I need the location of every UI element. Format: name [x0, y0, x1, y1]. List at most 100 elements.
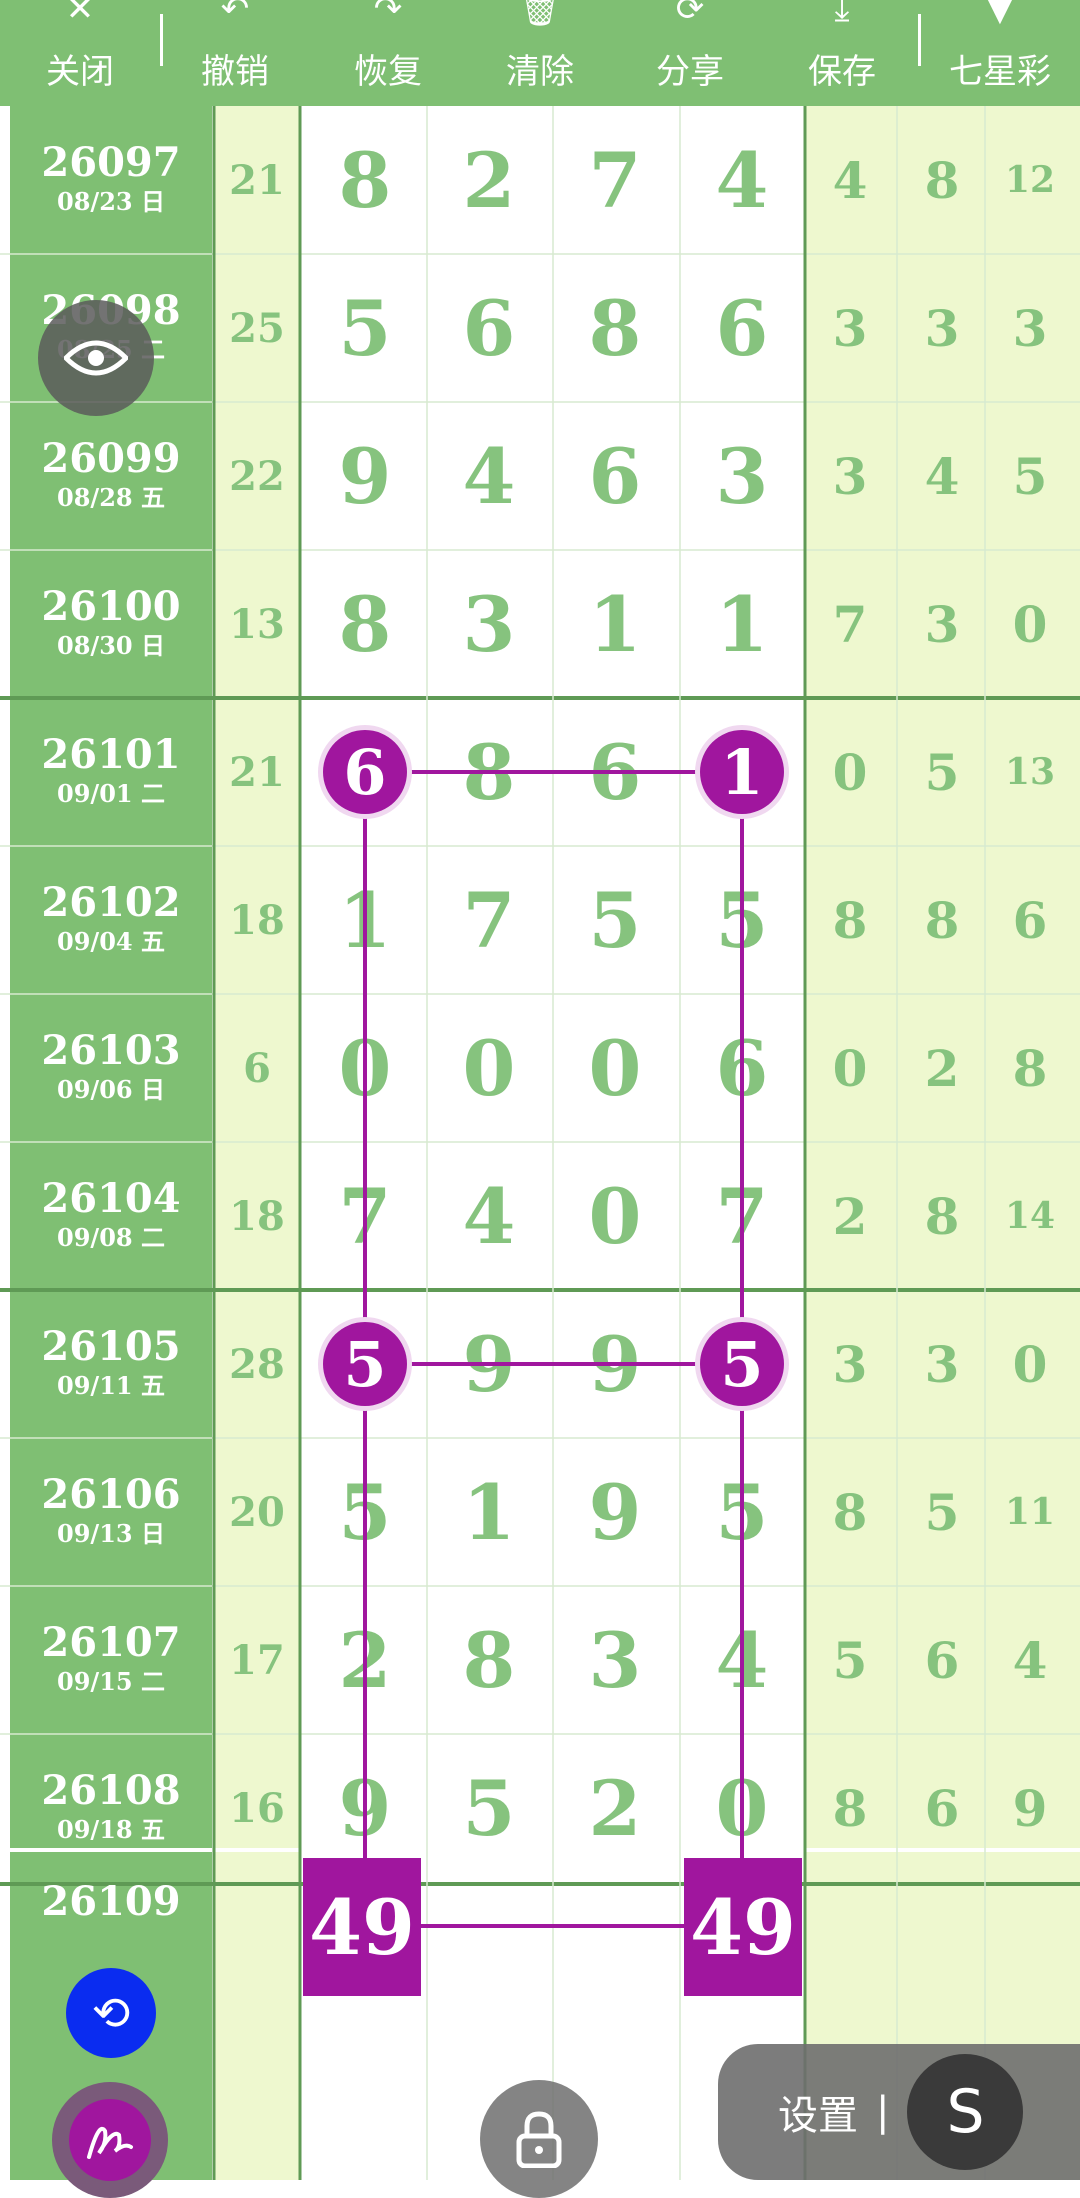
number-cell[interactable]: 7: [553, 106, 677, 254]
trend-grid[interactable]: 2609708/23 日21827448122609808/25 二255686…: [0, 106, 1080, 2180]
number-cell[interactable]: 9: [553, 1290, 677, 1438]
number-cell[interactable]: 5: [427, 1734, 551, 1882]
number-cell[interactable]: 5: [680, 846, 804, 994]
sum-value: 21: [229, 748, 285, 796]
clear-label: 清除: [506, 52, 574, 92]
number-cell[interactable]: 1: [553, 550, 677, 698]
toolbar-divider: [918, 14, 921, 66]
number-cell[interactable]: 9: [427, 1290, 551, 1438]
number-cell[interactable]: 4: [427, 1142, 551, 1290]
share-button[interactable]: ⟳ 分享: [640, 0, 740, 106]
diff-value: 4: [924, 446, 960, 506]
number-cell[interactable]: 8: [553, 254, 677, 402]
draw-row: 2609808/25 二255686333: [0, 254, 1080, 402]
settings-label[interactable]: 设置: [778, 2083, 858, 2141]
toggle-visibility-button[interactable]: [38, 300, 154, 416]
issue-cell: 26101 09/01 二: [10, 698, 212, 846]
undo-button[interactable]: ↶ 撤销: [185, 0, 285, 106]
lock-button[interactable]: [480, 2080, 598, 2198]
diff-value: 13: [1004, 751, 1056, 793]
refresh-button[interactable]: ⟲: [66, 1968, 156, 2058]
number-cell[interactable]: 1: [680, 550, 804, 698]
save-button[interactable]: ⤓ 保存: [792, 0, 892, 106]
number-cell[interactable]: 2: [427, 106, 551, 254]
number-cell[interactable]: 0: [427, 994, 551, 1142]
diff-value: 8: [924, 890, 960, 950]
number-cell[interactable]: 4: [680, 106, 804, 254]
number-cell[interactable]: 8: [303, 106, 427, 254]
diff-value: 8: [832, 1482, 868, 1542]
settings-panel[interactable]: 设置 | S: [718, 2044, 1080, 2180]
dropdown-triangle-icon: ▼: [986, 0, 1014, 29]
lottery-type-dropdown[interactable]: ▼ 七星彩: [930, 0, 1070, 106]
share-label: 分享: [656, 52, 724, 92]
number-cell[interactable]: 8: [427, 698, 551, 846]
diff-value: 2: [832, 1186, 868, 1246]
issue-date: 09/08 二: [57, 1223, 165, 1252]
diff-value: 3: [832, 1334, 868, 1394]
number-cell[interactable]: 1: [427, 1438, 551, 1586]
draw-mode-button[interactable]: [52, 2082, 168, 2198]
number-cell[interactable]: 6: [553, 698, 677, 846]
diff-value: 3: [832, 298, 868, 358]
issue-cell: 26104 09/08 二: [10, 1142, 212, 1290]
app-logo-icon[interactable]: S: [907, 2054, 1024, 2170]
settings-separator: |: [876, 2089, 890, 2135]
number-cell[interactable]: 7: [680, 1142, 804, 1290]
share-icon: ⟳: [675, 0, 705, 29]
number-cell[interactable]: 0: [553, 1142, 677, 1290]
sum-value: 13: [229, 600, 285, 648]
toolbar-divider: [160, 14, 163, 66]
highlighted-number[interactable]: 5: [700, 1322, 784, 1406]
issue-number: 26100: [41, 583, 181, 630]
number-cell[interactable]: 5: [680, 1438, 804, 1586]
highlighted-number[interactable]: 6: [323, 730, 407, 814]
number-cell[interactable]: 6: [680, 994, 804, 1142]
number-cell[interactable]: 0: [303, 994, 427, 1142]
number-cell[interactable]: 6: [680, 254, 804, 402]
number-cell[interactable]: 2: [303, 1586, 427, 1734]
number-cell[interactable]: 7: [303, 1142, 427, 1290]
issue-date: 09/06 日: [57, 1075, 165, 1104]
number-cell[interactable]: 5: [303, 1438, 427, 1586]
number-cell[interactable]: 8: [427, 1586, 551, 1734]
trash-icon: 🗑: [518, 0, 562, 29]
prediction-left-box[interactable]: 49: [303, 1858, 421, 1996]
issue-date: 09/04 五: [57, 927, 165, 956]
number-cell[interactable]: 5: [303, 254, 427, 402]
diff-value: 14: [1004, 1195, 1056, 1237]
clear-button[interactable]: 🗑 清除: [490, 0, 590, 106]
issue-date: 08/28 五: [57, 483, 165, 512]
close-button[interactable]: ✕ 关闭: [30, 0, 130, 106]
sum-value: 17: [229, 1636, 285, 1684]
eye-icon: [64, 340, 128, 376]
number-cell[interactable]: 4: [680, 1586, 804, 1734]
diff-value: 3: [924, 298, 960, 358]
number-cell[interactable]: 2: [553, 1734, 677, 1882]
redo-label: 恢复: [354, 52, 422, 92]
diff-value: 8: [832, 890, 868, 950]
number-cell[interactable]: 5: [553, 846, 677, 994]
number-cell[interactable]: 3: [680, 402, 804, 550]
number-cell[interactable]: 8: [303, 550, 427, 698]
number-cell[interactable]: 9: [303, 402, 427, 550]
number-cell[interactable]: 6: [427, 254, 551, 402]
redo-icon: ↷: [373, 0, 403, 29]
number-cell[interactable]: 0: [553, 994, 677, 1142]
number-cell[interactable]: 1: [303, 846, 427, 994]
diff-value: 5: [924, 1482, 960, 1542]
issue-date: 09/15 二: [57, 1667, 165, 1696]
prediction-right-box[interactable]: 49: [684, 1858, 802, 1996]
highlighted-number[interactable]: 5: [323, 1322, 407, 1406]
number-cell[interactable]: 7: [427, 846, 551, 994]
number-cell[interactable]: 3: [427, 550, 551, 698]
number-cell[interactable]: 9: [553, 1438, 677, 1586]
number-cell[interactable]: 4: [427, 402, 551, 550]
highlighted-number[interactable]: 1: [700, 730, 784, 814]
redo-button[interactable]: ↷ 恢复: [338, 0, 438, 106]
diff-value: 9: [1012, 1778, 1048, 1838]
number-cell[interactable]: 3: [553, 1586, 677, 1734]
number-cell[interactable]: 6: [553, 402, 677, 550]
diff-value: 0: [1012, 594, 1048, 654]
diff-value: 8: [924, 1186, 960, 1246]
